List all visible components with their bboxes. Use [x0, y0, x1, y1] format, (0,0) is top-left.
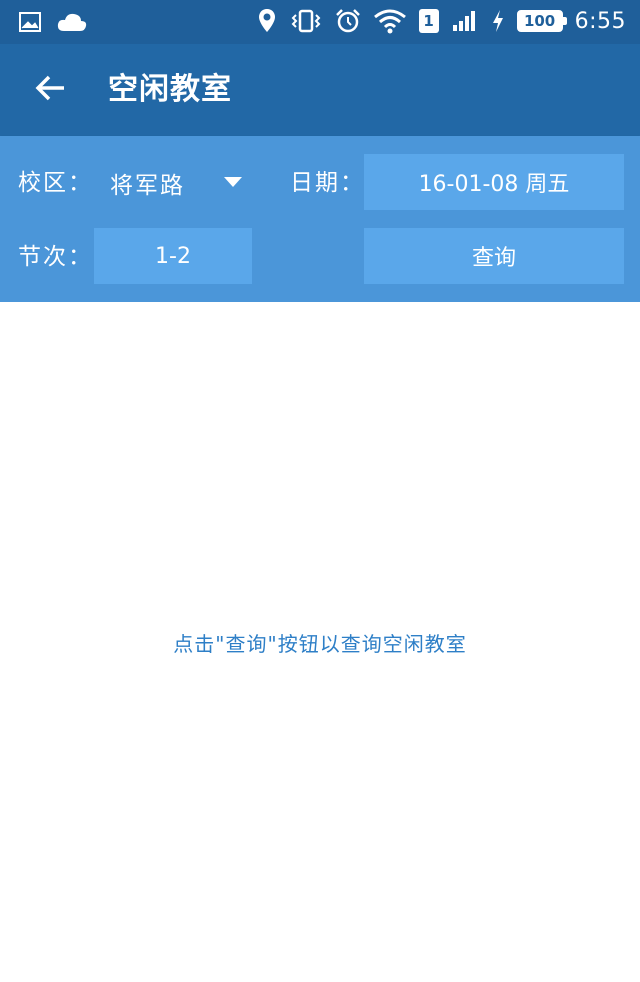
screen: 1 100 6:55 空闲教室 校区： 将军路 日期： 16-01-08 周五 …	[0, 0, 640, 982]
query-button[interactable]: 查询	[364, 228, 624, 284]
battery-icon: 100	[516, 10, 567, 32]
arrow-left-icon	[34, 74, 66, 106]
vibrate-icon	[289, 9, 323, 33]
campus-value: 将军路	[110, 173, 185, 199]
location-icon	[257, 8, 277, 34]
date-picker[interactable]: 16-01-08 周五	[364, 154, 624, 210]
date-label: 日期：	[290, 170, 365, 196]
app-bar: 空闲教室	[0, 44, 640, 136]
alarm-icon	[335, 8, 361, 34]
period-label: 节次：	[18, 244, 93, 270]
status-bar-left	[18, 8, 88, 36]
status-bar-right: 1 100 6:55	[257, 6, 626, 36]
empty-hint: 点击"查询"按钮以查询空闲教室	[173, 632, 467, 656]
sim-icon: 1	[418, 9, 439, 33]
campus-label: 校区：	[18, 170, 93, 196]
status-time: 6:55	[574, 8, 626, 34]
period-picker[interactable]: 1-2	[94, 228, 252, 284]
filter-panel: 校区： 将军路 日期： 16-01-08 周五 节次： 1-2 查询	[0, 136, 640, 302]
chevron-down-icon	[224, 177, 242, 187]
back-button[interactable]	[22, 64, 78, 116]
campus-dropdown[interactable]: 将军路	[96, 156, 256, 210]
signal-icon	[451, 9, 479, 33]
image-icon	[18, 11, 42, 33]
status-bar: 1 100 6:55	[0, 0, 640, 44]
charging-icon	[491, 9, 505, 33]
wifi-icon	[373, 8, 407, 34]
page-title: 空闲教室	[108, 72, 232, 107]
results-area: 点击"查询"按钮以查询空闲教室	[0, 302, 640, 982]
cloud-icon	[56, 11, 88, 33]
